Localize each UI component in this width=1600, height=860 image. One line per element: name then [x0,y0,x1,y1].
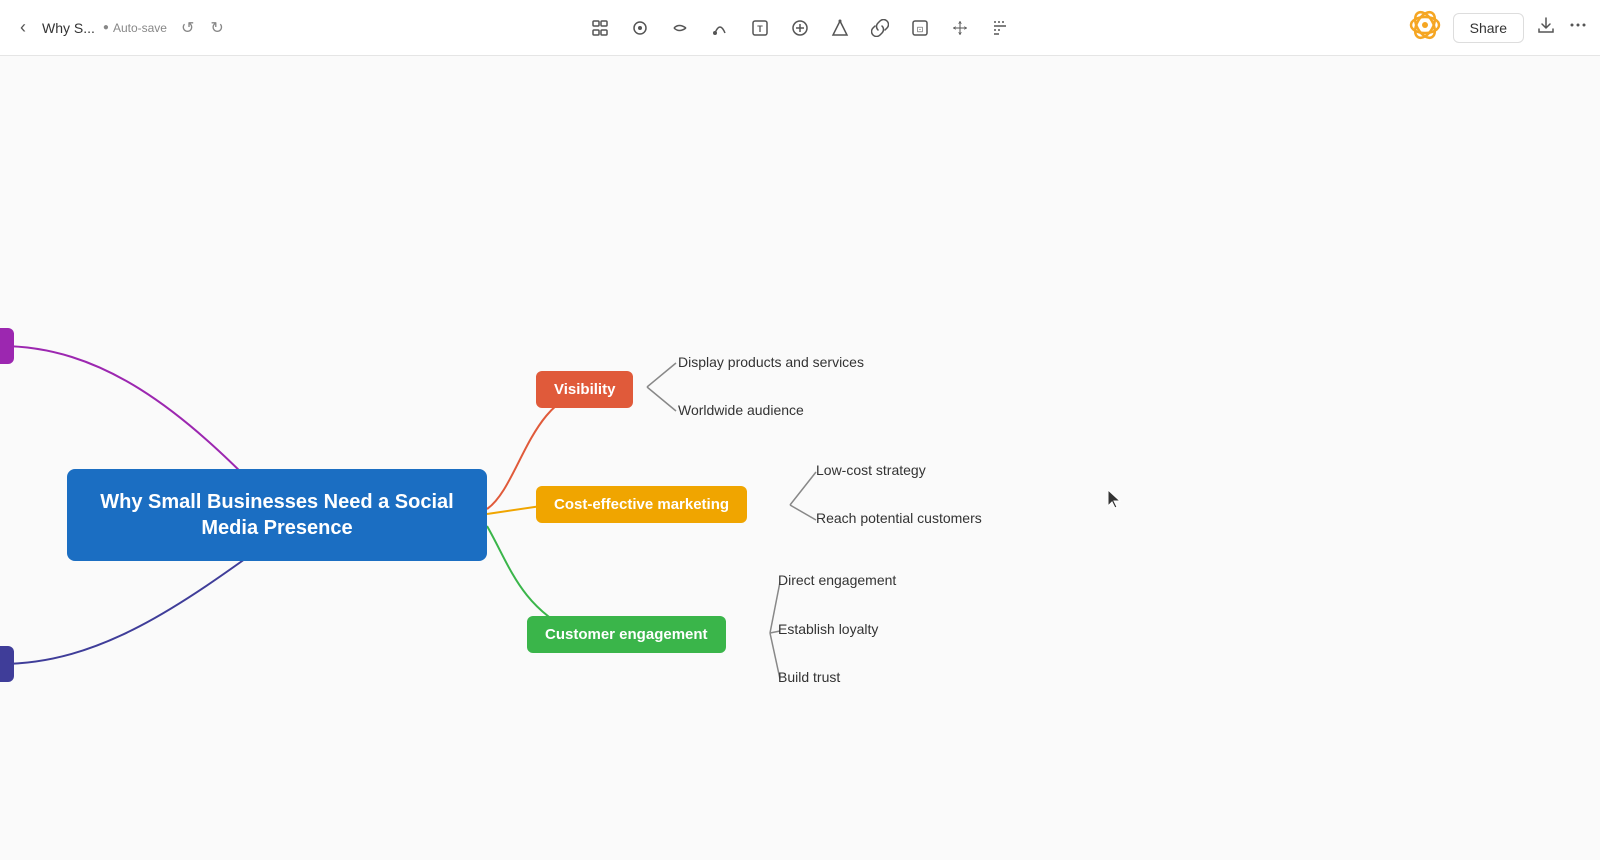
hand-tool-button[interactable] [622,10,658,46]
cost-effective-node[interactable]: Cost-effective marketing [536,486,747,523]
select-tool-button[interactable] [582,10,618,46]
leaf-text: Worldwide audience [678,402,804,418]
leaf-display-products[interactable]: Display products and services [678,354,864,370]
move-tool-button[interactable] [942,10,978,46]
leaf-text: Low-cost strategy [816,462,926,478]
svg-text:T: T [757,24,763,34]
leaf-text: Display products and services [678,354,864,370]
leaf-text: Build trust [778,669,840,685]
center-node-text: Why Small Businesses Need a Social Media… [95,489,459,541]
autosave-dot-icon: ● [103,22,109,33]
toolbar: ‹ Why S... ● Auto-save ↺ ↻ [0,0,1600,56]
autosave-label: Auto-save [113,21,167,35]
visibility-label: Visibility [554,381,615,398]
svg-text:⊡: ⊡ [917,25,924,34]
cursor-indicator [1108,490,1124,515]
more-options-button[interactable] [1568,15,1588,40]
share-button[interactable]: Share [1453,13,1524,43]
pen-tool-button[interactable] [982,10,1018,46]
redo-button[interactable]: ↻ [204,14,229,42]
doc-title: Why S... [42,20,95,36]
leaf-text: Reach potential customers [816,510,982,526]
leaf-worldwide-audience[interactable]: Worldwide audience [678,402,804,418]
left-stub-top[interactable] [0,328,14,364]
leaf-reach-customers[interactable]: Reach potential customers [816,510,982,526]
mind-map-canvas[interactable]: Why Small Businesses Need a Social Media… [0,56,1600,860]
branch-tool-button[interactable] [662,10,698,46]
connection-tool-button[interactable] [702,10,738,46]
customer-engagement-node[interactable]: Customer engagement [527,616,726,653]
link-tool-button[interactable] [862,10,898,46]
text-tool-button[interactable]: T [742,10,778,46]
leaf-build-trust[interactable]: Build trust [778,669,840,685]
frame-tool-button[interactable]: ⊡ [902,10,938,46]
customer-engagement-label: Customer engagement [545,626,708,643]
leaf-low-cost[interactable]: Low-cost strategy [816,462,926,478]
shape-tool-button[interactable] [822,10,858,46]
leaf-text: Direct engagement [778,572,896,588]
cost-effective-label: Cost-effective marketing [554,496,729,513]
download-button[interactable] [1536,15,1556,40]
toolbar-right: Share [1409,9,1588,46]
back-button[interactable]: ‹ [12,13,34,42]
connections-svg [0,56,1600,860]
toolbar-left: ‹ Why S... ● Auto-save ↺ ↻ [12,13,292,42]
undo-button[interactable]: ↺ [175,14,200,42]
visibility-node[interactable]: Visibility [536,371,633,408]
leaf-establish-loyalty[interactable]: Establish loyalty [778,621,878,637]
undo-redo-group: ↺ ↻ [175,14,230,42]
leaf-text: Establish loyalty [778,621,878,637]
center-node[interactable]: Why Small Businesses Need a Social Media… [67,469,487,561]
left-stub-bottom[interactable] [0,646,14,682]
autosave-indicator: ● Auto-save [103,21,167,35]
app-logo [1409,9,1441,46]
toolbar-tools: T ⊡ [582,10,1018,46]
plus-tool-button[interactable] [782,10,818,46]
leaf-direct-engagement[interactable]: Direct engagement [778,572,896,588]
